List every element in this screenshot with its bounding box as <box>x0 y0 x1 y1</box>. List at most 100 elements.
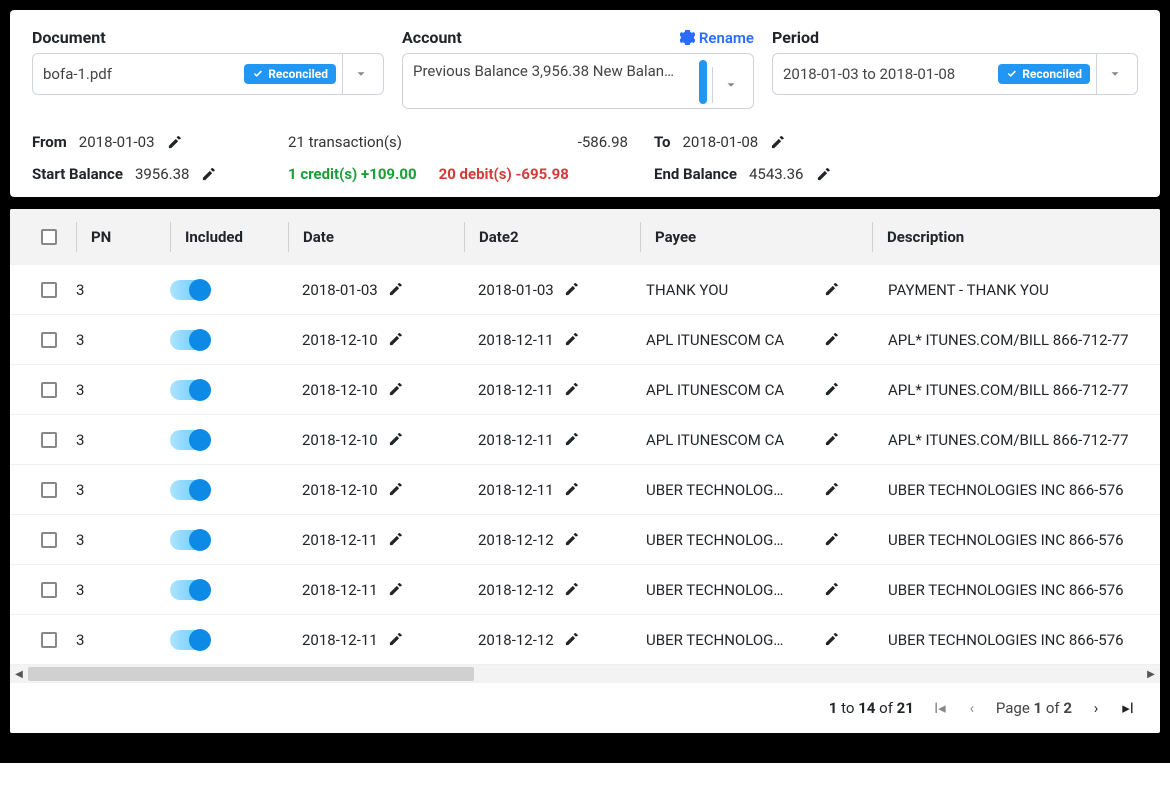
edit-icon[interactable] <box>564 382 579 397</box>
edit-icon[interactable] <box>816 167 831 182</box>
table-row[interactable]: 32018-12-102018-12-11UBER TECHNOLOG…UBER… <box>10 465 1160 515</box>
edit-icon[interactable] <box>388 332 403 347</box>
edit-icon[interactable] <box>564 532 579 547</box>
from-value: 2018-01-03 <box>79 133 155 151</box>
included-toggle[interactable] <box>170 480 210 500</box>
included-toggle[interactable] <box>170 280 210 300</box>
chevron-down-icon[interactable] <box>349 67 373 81</box>
account-select[interactable]: Previous Balance 3,956.38 New Balan… <box>402 53 754 109</box>
cell-description: UBER TECHNOLOGIES INC 866-576 <box>888 631 1124 649</box>
cell-pn: 3 <box>76 581 84 599</box>
row-checkbox[interactable] <box>41 282 57 298</box>
last-page-icon[interactable]: ▸I <box>1120 699 1136 717</box>
included-toggle[interactable] <box>170 580 210 600</box>
document-select[interactable]: bofa-1.pdf Reconciled <box>32 53 384 95</box>
included-toggle[interactable] <box>170 530 210 550</box>
cell-payee: UBER TECHNOLOG… <box>646 481 814 499</box>
edit-icon[interactable] <box>770 135 785 150</box>
cell-description: APL* ITUNES.COM/BILL 866-712-77 <box>888 381 1129 399</box>
check-icon <box>1006 68 1018 80</box>
table-row[interactable]: 32018-12-102018-12-11APL ITUNESCOM CAAPL… <box>10 415 1160 465</box>
page-indicator: Page 1 of 2 <box>996 699 1072 717</box>
included-toggle[interactable] <box>170 430 210 450</box>
period-label: Period <box>772 28 819 47</box>
table-row[interactable]: 32018-12-102018-12-11APL ITUNESCOM CAAPL… <box>10 365 1160 415</box>
next-page-icon[interactable]: › <box>1088 699 1104 717</box>
row-checkbox[interactable] <box>41 582 57 598</box>
cell-description: APL* ITUNES.COM/BILL 866-712-77 <box>888 331 1129 349</box>
col-date[interactable]: Date <box>303 228 334 246</box>
table-row[interactable]: 32018-12-112018-12-12UBER TECHNOLOG…UBER… <box>10 565 1160 615</box>
cell-date: 2018-12-11 <box>302 531 378 549</box>
row-checkbox[interactable] <box>41 482 57 498</box>
col-pn[interactable]: PN <box>91 228 111 246</box>
cell-payee: APL ITUNESCOM CA <box>646 431 814 449</box>
cell-date2: 2018-12-11 <box>478 431 554 449</box>
period-select[interactable]: 2018-01-03 to 2018-01-08 Reconciled <box>772 53 1138 95</box>
select-all-checkbox[interactable] <box>41 229 57 245</box>
scroll-right-icon[interactable]: ▶ <box>1144 667 1158 681</box>
period-value: 2018-01-03 to 2018-01-08 <box>783 65 992 83</box>
edit-icon[interactable] <box>824 432 839 447</box>
table-row[interactable]: 32018-01-032018-01-03THANK YOUPAYMENT - … <box>10 265 1160 315</box>
txn-count: 21 transaction(s) <box>288 133 402 151</box>
horizontal-scrollbar[interactable]: ◀ ▶ <box>10 665 1160 683</box>
first-page-icon[interactable]: I◂ <box>932 699 948 717</box>
edit-icon[interactable] <box>824 282 839 297</box>
chevron-down-icon[interactable] <box>719 78 743 92</box>
edit-icon[interactable] <box>824 382 839 397</box>
edit-icon[interactable] <box>388 482 403 497</box>
row-checkbox[interactable] <box>41 632 57 648</box>
edit-icon[interactable] <box>388 632 403 647</box>
cell-pn: 3 <box>76 481 84 499</box>
cell-date: 2018-12-10 <box>302 431 378 449</box>
cell-pn: 3 <box>76 431 84 449</box>
included-toggle[interactable] <box>170 630 210 650</box>
edit-icon[interactable] <box>564 282 579 297</box>
edit-icon[interactable] <box>388 582 403 597</box>
edit-icon[interactable] <box>388 432 403 447</box>
summary-bar: From 2018-01-03 Start Balance 3956.38 21… <box>32 133 1138 183</box>
table-row[interactable]: 32018-12-102018-12-11APL ITUNESCOM CAAPL… <box>10 315 1160 365</box>
table-row[interactable]: 32018-12-112018-12-12UBER TECHNOLOG…UBER… <box>10 615 1160 665</box>
col-date2[interactable]: Date2 <box>479 228 519 246</box>
row-checkbox[interactable] <box>41 532 57 548</box>
edit-icon[interactable] <box>824 482 839 497</box>
edit-icon[interactable] <box>824 632 839 647</box>
edit-icon[interactable] <box>564 332 579 347</box>
end-balance-label: End Balance <box>654 165 737 183</box>
included-toggle[interactable] <box>170 330 210 350</box>
edit-icon[interactable] <box>388 532 403 547</box>
rename-link[interactable]: Rename <box>680 29 754 47</box>
edit-icon[interactable] <box>824 582 839 597</box>
row-checkbox[interactable] <box>41 432 57 448</box>
scrollbar-thumb[interactable] <box>28 667 474 681</box>
edit-icon[interactable] <box>564 482 579 497</box>
row-checkbox[interactable] <box>41 332 57 348</box>
scrollbar-thumb[interactable] <box>699 60 707 104</box>
edit-icon[interactable] <box>388 382 403 397</box>
edit-icon[interactable] <box>201 167 216 182</box>
col-description[interactable]: Description <box>887 228 964 246</box>
edit-icon[interactable] <box>564 632 579 647</box>
row-checkbox[interactable] <box>41 382 57 398</box>
cell-description: UBER TECHNOLOGIES INC 866-576 <box>888 481 1124 499</box>
edit-icon[interactable] <box>388 282 403 297</box>
account-label: Account <box>402 28 462 47</box>
edit-icon[interactable] <box>167 135 182 150</box>
edit-icon[interactable] <box>824 332 839 347</box>
table-row[interactable]: 32018-12-112018-12-12UBER TECHNOLOG…UBER… <box>10 515 1160 565</box>
edit-icon[interactable] <box>564 582 579 597</box>
document-label: Document <box>32 28 106 47</box>
chevron-down-icon[interactable] <box>1103 67 1127 81</box>
col-payee[interactable]: Payee <box>655 228 696 246</box>
reconciled-badge: Reconciled <box>244 64 336 84</box>
cell-date2: 2018-01-03 <box>478 281 554 299</box>
edit-icon[interactable] <box>564 432 579 447</box>
included-toggle[interactable] <box>170 380 210 400</box>
prev-page-icon[interactable]: ‹ <box>964 699 980 717</box>
scroll-left-icon[interactable]: ◀ <box>12 667 26 681</box>
account-value: Previous Balance 3,956.38 New Balan… <box>413 62 706 80</box>
col-included[interactable]: Included <box>185 228 243 246</box>
edit-icon[interactable] <box>824 532 839 547</box>
